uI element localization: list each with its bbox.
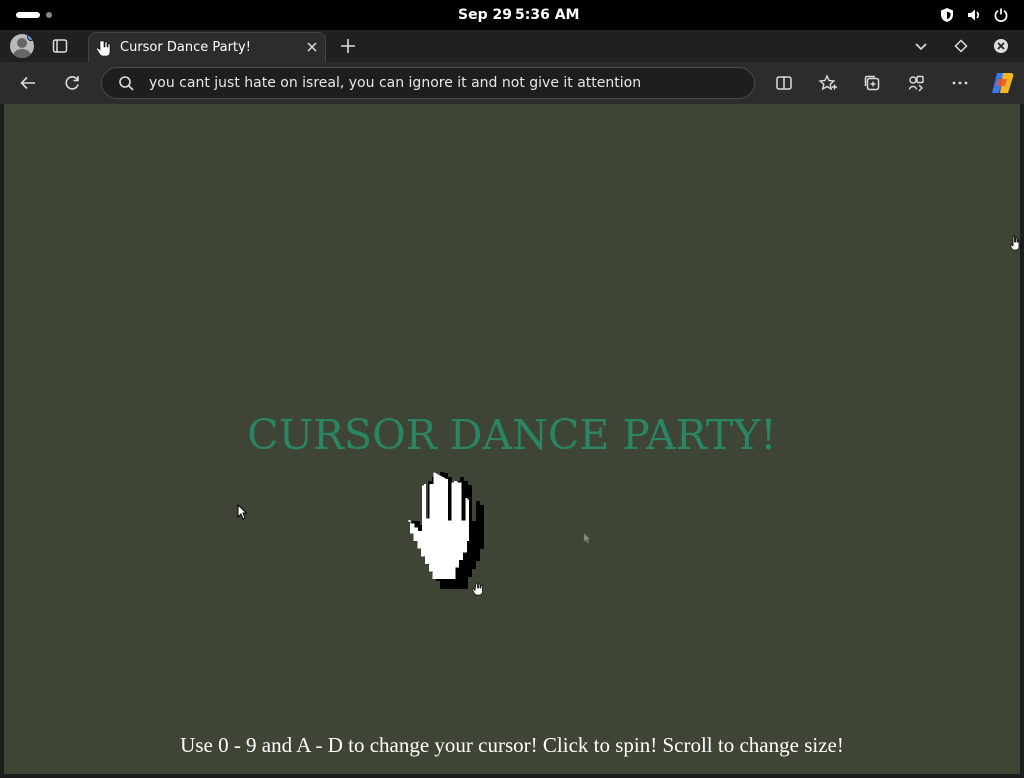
tab-cursor-dance-party[interactable]: Cursor Dance Party! xyxy=(88,32,326,62)
arrow-cursor-icon xyxy=(237,504,247,520)
search-icon xyxy=(118,75,135,92)
tab-title: Cursor Dance Party! xyxy=(120,40,251,55)
system-date[interactable]: Sep 29 xyxy=(458,7,512,23)
tab-strip: Cursor Dance Party! xyxy=(0,30,1024,62)
activities-indicator[interactable] xyxy=(16,12,40,18)
diamond-icon[interactable] xyxy=(952,37,970,55)
hand-cursor-icon xyxy=(97,40,111,56)
copilot-icon[interactable] xyxy=(989,71,1015,95)
tab-list-chevron-icon[interactable] xyxy=(912,37,930,55)
profile-avatar[interactable] xyxy=(10,34,34,58)
tab-actions-icon[interactable] xyxy=(50,36,70,56)
instructions-text: Use 0 - 9 and A - D to change your curso… xyxy=(180,733,844,757)
browser-essentials-icon[interactable] xyxy=(906,73,926,93)
hand-cursor-icon xyxy=(472,582,484,596)
collections-icon[interactable] xyxy=(862,73,882,93)
shield-icon[interactable] xyxy=(938,6,956,24)
browser-toolbar: you cant just hate on isreal, you can ig… xyxy=(0,62,1024,104)
sync-badge-icon xyxy=(27,34,34,41)
workspace-dot[interactable] xyxy=(46,12,52,18)
speaker-icon[interactable] xyxy=(965,6,983,24)
refresh-icon[interactable] xyxy=(62,73,82,93)
more-icon[interactable] xyxy=(950,73,970,93)
address-bar-text[interactable]: you cant just hate on isreal, you can ig… xyxy=(149,75,641,91)
close-window-icon[interactable] xyxy=(992,37,1010,55)
web-page-content[interactable]: CURSOR DANCE PARTY! Use 0 - 9 and A - D … xyxy=(4,104,1020,774)
address-bar[interactable]: you cant just hate on isreal, you can ig… xyxy=(101,67,755,99)
page-title: CURSOR DANCE PARTY! xyxy=(247,411,777,459)
split-screen-icon[interactable] xyxy=(774,73,794,93)
system-time[interactable]: 5:36 AM xyxy=(515,7,579,23)
power-icon[interactable] xyxy=(992,6,1010,24)
back-icon[interactable] xyxy=(18,73,38,93)
favorites-icon[interactable] xyxy=(818,73,838,93)
new-tab-icon[interactable] xyxy=(338,36,358,56)
hand-cursor-icon[interactable] xyxy=(404,472,488,590)
hand-cursor-icon xyxy=(1010,235,1020,251)
close-tab-icon[interactable] xyxy=(305,40,319,54)
os-top-bar: Sep 29 5:36 AM xyxy=(0,0,1024,30)
arrow-cursor-icon xyxy=(583,532,591,544)
